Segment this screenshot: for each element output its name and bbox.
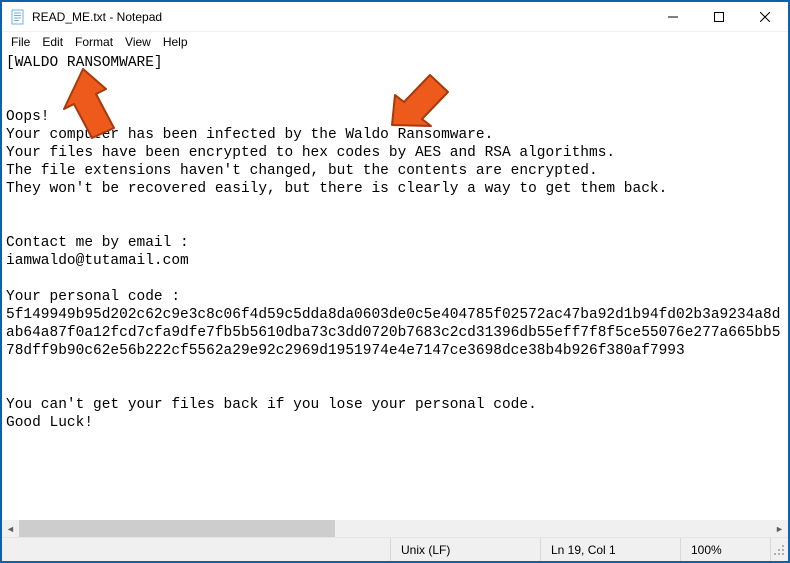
scroll-right-button[interactable]: ► <box>771 520 788 537</box>
minimize-button[interactable] <box>650 2 696 32</box>
notepad-icon <box>10 9 26 25</box>
menu-format[interactable]: Format <box>70 34 118 50</box>
text-area[interactable]: [WALDO RANSOMWARE] Oops! Your computer h… <box>2 52 788 520</box>
resize-grip[interactable] <box>770 538 788 561</box>
status-spacer <box>2 538 390 561</box>
content-area: [WALDO RANSOMWARE] Oops! Your computer h… <box>2 52 788 537</box>
menu-file[interactable]: File <box>6 34 35 50</box>
status-zoom: 100% <box>680 538 770 561</box>
horizontal-scrollbar[interactable]: ◄ ► <box>2 520 788 537</box>
close-button[interactable] <box>742 2 788 32</box>
status-encoding: Unix (LF) <box>390 538 540 561</box>
titlebar[interactable]: READ_ME.txt - Notepad <box>2 2 788 32</box>
status-position: Ln 19, Col 1 <box>540 538 680 561</box>
window-title: READ_ME.txt - Notepad <box>32 10 162 24</box>
menu-edit[interactable]: Edit <box>37 34 68 50</box>
notepad-window: READ_ME.txt - Notepad File Edit Format V… <box>0 0 790 563</box>
scroll-track[interactable] <box>19 520 771 537</box>
menu-view[interactable]: View <box>120 34 156 50</box>
maximize-button[interactable] <box>696 2 742 32</box>
scroll-left-button[interactable]: ◄ <box>2 520 19 537</box>
scroll-thumb[interactable] <box>19 520 335 537</box>
menu-help[interactable]: Help <box>158 34 193 50</box>
statusbar: Unix (LF) Ln 19, Col 1 100% <box>2 537 788 561</box>
menubar: File Edit Format View Help <box>2 32 788 52</box>
